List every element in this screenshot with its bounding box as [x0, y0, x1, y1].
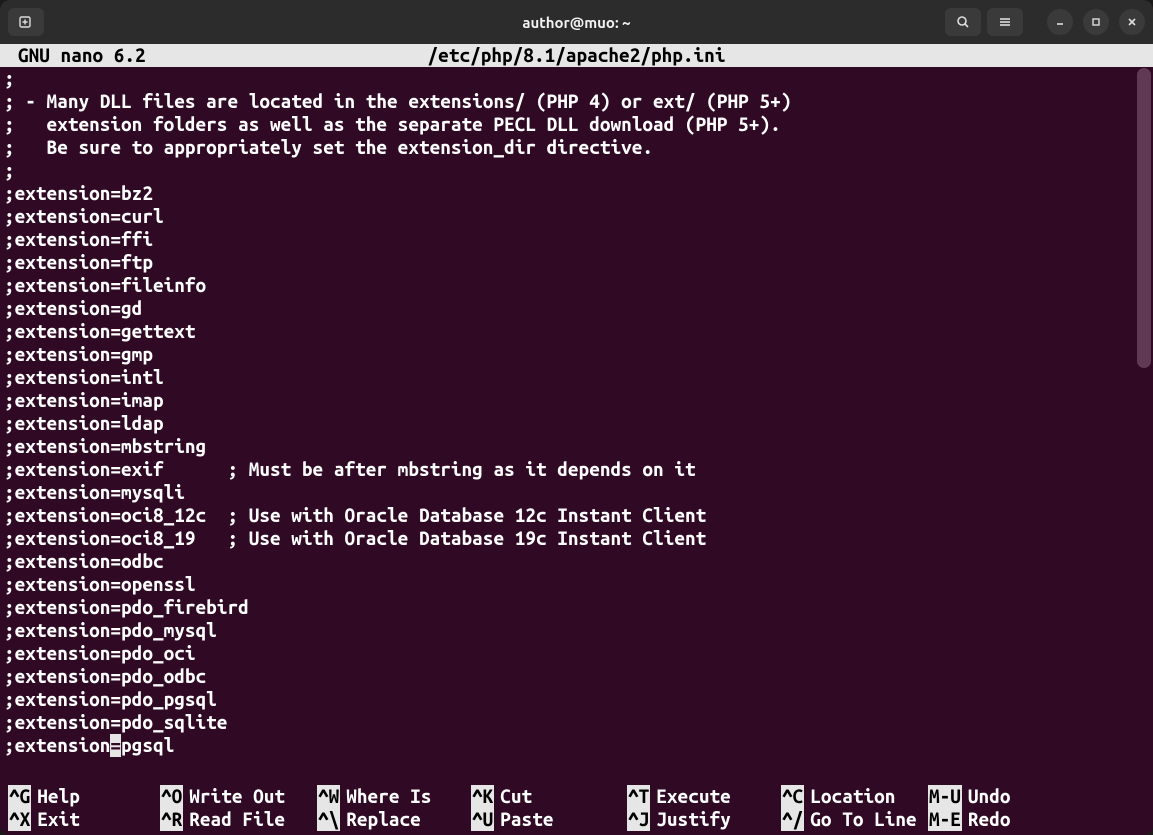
shortcut-key: ^U	[471, 808, 494, 831]
shortcut-key: ^K	[471, 785, 494, 808]
editor-line: ;extension=openssl	[4, 573, 1149, 596]
shortcut-key: M-U	[928, 785, 962, 808]
nano-shortcut: M-E Redo	[928, 808, 1010, 831]
titlebar: author@muo: ~	[0, 0, 1153, 44]
new-tab-button[interactable]	[8, 8, 44, 36]
editor-line: ;extension=pdo_pgsql	[4, 688, 1149, 711]
shortcut-label: Help	[37, 785, 80, 808]
editor-line: ;extension=imap	[4, 389, 1149, 412]
nano-shortcut: ^T Execute	[627, 785, 731, 808]
shortcut-label: Read File	[189, 808, 285, 831]
shortcut-key: ^W	[317, 785, 340, 808]
maximize-button[interactable]	[1083, 9, 1109, 35]
editor-line: ;extension=odbc	[4, 550, 1149, 573]
editor-line: ;extension=oci8_12c ; Use with Oracle Da…	[4, 504, 1149, 527]
editor-line: ;extension=pdo_firebird	[4, 596, 1149, 619]
shortcut-key: ^G	[8, 785, 31, 808]
editor-line: ;extension=pdo_mysql	[4, 619, 1149, 642]
editor-line: ; - Many DLL files are located in the ex…	[4, 90, 1149, 113]
nano-shortcut: ^X Exit	[8, 808, 80, 831]
editor-line: ;extension=intl	[4, 366, 1149, 389]
shortcut-key: ^X	[8, 808, 31, 831]
shortcut-key: ^J	[627, 808, 650, 831]
editor-line: ;extension=bz2	[4, 182, 1149, 205]
editor-line: ;extension=oci8_19 ; Use with Oracle Dat…	[4, 527, 1149, 550]
nano-shortcut: ^\ Replace	[317, 808, 421, 831]
editor-line: ;	[4, 67, 1149, 90]
shortcut-key: ^O	[160, 785, 183, 808]
nano-app-label: GNU nano 6.2	[18, 44, 146, 67]
nano-shortcut: ^K Cut	[471, 785, 532, 808]
shortcut-label: Cut	[500, 785, 532, 808]
scrollbar-thumb[interactable]	[1137, 68, 1151, 368]
nano-shortcut: M-U Undo	[928, 785, 1010, 808]
editor-line: ;extension=ldap	[4, 412, 1149, 435]
editor-line: ;extension=pdo_sqlite	[4, 711, 1149, 734]
editor-body[interactable]: ;; - Many DLL files are located in the e…	[0, 67, 1153, 785]
editor-line: ;extension=exif ; Must be after mbstring…	[4, 458, 1149, 481]
nano-shortcut: ^O Write Out	[160, 785, 285, 808]
search-button[interactable]	[945, 8, 981, 36]
nano-shortcut: ^U Paste	[471, 808, 553, 831]
terminal-window: author@muo: ~ GNU nano 6.	[0, 0, 1153, 835]
editor-line: ;extension=curl	[4, 205, 1149, 228]
cursor: =	[110, 734, 121, 757]
nano-shortcut: ^R Read File	[160, 808, 285, 831]
editor-line: ;extension=gettext	[4, 320, 1149, 343]
window-title: author@muo: ~	[522, 14, 630, 31]
nano-header: GNU nano 6.2 /etc/php/8.1/apache2/php.in…	[0, 44, 1153, 67]
shortcut-label: Undo	[968, 785, 1011, 808]
shortcut-label: Replace	[346, 808, 420, 831]
menu-button[interactable]	[987, 8, 1023, 36]
minimize-button[interactable]	[1047, 9, 1073, 35]
shortcut-label: Redo	[968, 808, 1011, 831]
editor-line: ; Be sure to appropriately set the exten…	[4, 136, 1149, 159]
nano-file-path: /etc/php/8.1/apache2/php.ini	[428, 44, 726, 67]
shortcut-label: Justify	[656, 808, 730, 831]
shortcut-key: ^/	[781, 808, 804, 831]
shortcut-label: Execute	[656, 785, 730, 808]
nano-footer: ^G Help ^O Write Out ^W Where Is ^K Cut ^T Execut…	[0, 785, 1153, 835]
shortcut-label: Where Is	[346, 785, 431, 808]
shortcut-label: Go To Line	[810, 808, 916, 831]
shortcut-key: M-E	[928, 808, 962, 831]
shortcut-label: Write Out	[189, 785, 285, 808]
editor-line: ;extension=gd	[4, 297, 1149, 320]
shortcut-label: Exit	[37, 808, 80, 831]
editor-line: ;extension=pdo_odbc	[4, 665, 1149, 688]
shortcut-label: Paste	[500, 808, 553, 831]
editor-line: ;extension=gmp	[4, 343, 1149, 366]
nano-shortcut: ^W Where Is	[317, 785, 431, 808]
shortcut-key: ^C	[781, 785, 804, 808]
editor-line: ;extension=pdo_oci	[4, 642, 1149, 665]
close-button[interactable]	[1119, 9, 1145, 35]
shortcut-key: ^R	[160, 808, 183, 831]
editor-line-cursor: ;extension=pgsql	[4, 734, 1149, 757]
shortcut-key: ^T	[627, 785, 650, 808]
editor-line: ;extension=ftp	[4, 251, 1149, 274]
nano-shortcut-row: ^G Help ^O Write Out ^W Where Is ^K Cut ^T Execut…	[4, 785, 1149, 808]
shortcut-label: Location	[810, 785, 895, 808]
editor-line: ;extension=mbstring	[4, 435, 1149, 458]
editor-line: ;extension=ffi	[4, 228, 1149, 251]
editor-line: ;extension=mysqli	[4, 481, 1149, 504]
nano-shortcut: ^/ Go To Line	[781, 808, 917, 831]
editor-line: ; extension folders as well as the separ…	[4, 113, 1149, 136]
shortcut-key: ^\	[317, 808, 340, 831]
nano-shortcut: ^J Justify	[627, 808, 731, 831]
terminal-area[interactable]: GNU nano 6.2 /etc/php/8.1/apache2/php.in…	[0, 44, 1153, 835]
editor-line: ;	[4, 159, 1149, 182]
editor-line: ;extension=fileinfo	[4, 274, 1149, 297]
nano-shortcut: ^G Help	[8, 785, 80, 808]
nano-shortcut-row: ^X Exit ^R Read File ^\ Replace ^U Paste ^J Justi…	[4, 808, 1149, 831]
nano-shortcut: ^C Location	[781, 785, 895, 808]
